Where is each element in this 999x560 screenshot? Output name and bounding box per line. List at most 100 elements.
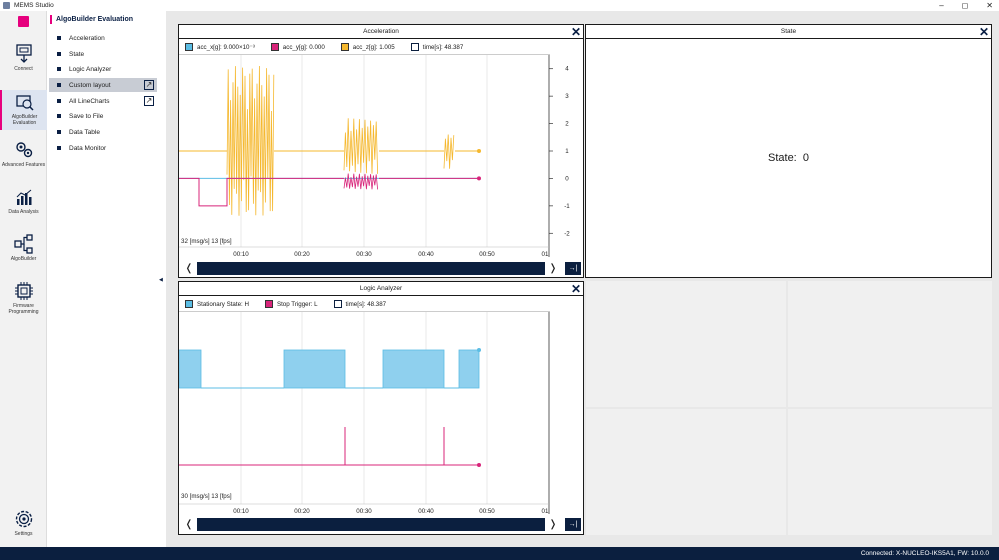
algobuilder-evaluation-icon: [15, 95, 34, 111]
x-tick-label: 00:10: [233, 251, 249, 258]
acceleration-panel: Acceleration ✕ acc_x[g]: 9.000×10⁻³ acc_…: [178, 24, 584, 278]
open-external-icon[interactable]: ↗: [144, 80, 154, 90]
algobuilder-icon: [13, 234, 33, 254]
fps-readout: 30 [msg/s] 13 [fps]: [181, 493, 232, 500]
sidebar-item-label: Connect: [14, 66, 33, 72]
stationary-state-high-block: [382, 349, 445, 389]
nav-item-label: Data Monitor: [69, 144, 107, 152]
series-burst-acc-z: [343, 118, 378, 174]
nav-title-accent: [50, 15, 52, 24]
sidebar-item-label: Settings: [14, 531, 33, 537]
state-value: 0: [802, 152, 809, 164]
panel-title-text: State: [780, 28, 797, 35]
x-tick-label: 00:50: [479, 251, 495, 258]
empty-layout-slot[interactable]: [788, 281, 992, 407]
y-tick-label: 0: [565, 175, 569, 182]
minimize-button[interactable]: –: [939, 0, 943, 11]
nav-item-label: Save to File: [69, 112, 104, 120]
stop-trigger-endpoint: [477, 463, 481, 467]
close-window-button[interactable]: ✕: [986, 0, 993, 11]
nav-item-data-table[interactable]: Data Table: [49, 125, 157, 139]
scroll-left-icon[interactable]: ❬: [181, 519, 197, 530]
chart-scrollbar[interactable]: ❬ ❭ →|: [181, 262, 581, 275]
bullet-icon: [57, 146, 61, 150]
nav-item-label: State: [69, 50, 85, 58]
nav-item-label: All LineCharts: [69, 97, 110, 105]
jump-to-end-icon[interactable]: →|: [565, 518, 581, 531]
nav-panel: AlgoBuilder Evaluation Acceleration Stat…: [47, 11, 159, 547]
collapse-panel-icon[interactable]: ◀: [159, 277, 163, 283]
state-panel: State ✕ State: 0: [585, 24, 992, 278]
chart-scrollbar[interactable]: ❬ ❭ →|: [181, 518, 581, 531]
sidebar-item-data-analysis[interactable]: Data Analysis: [0, 189, 47, 215]
nav-item-custom-layout[interactable]: Custom layout ↗: [49, 78, 157, 92]
icon-sidebar: Connect AlgoBuilder Evaluation Advanced …: [0, 11, 47, 547]
panel-title: State ✕: [586, 25, 991, 39]
sidebar-item-connect[interactable]: Connect: [0, 44, 47, 72]
scroll-left-icon[interactable]: ❬: [181, 263, 197, 274]
series-endpoint-acc-y: [477, 176, 481, 181]
scroll-track[interactable]: [197, 518, 545, 531]
window-titlebar: MEMS Studio – ◻ ✕: [0, 0, 999, 11]
bullet-icon: [57, 99, 61, 103]
stationary-state-high-block: [458, 349, 480, 389]
x-tick-label: 00:50: [479, 508, 495, 515]
sidebar-item-algobuilder[interactable]: AlgoBuilder: [0, 234, 47, 262]
nav-item-label: Custom layout: [69, 81, 111, 89]
x-tick-label: 00:10: [233, 508, 249, 515]
acceleration-chart[interactable]: 00:10 00:20 00:30 00:40 00:50 01 4 3 2 1 0 -1 -2: [179, 25, 583, 277]
close-icon[interactable]: ✕: [979, 25, 989, 39]
y-tick-label: 3: [565, 93, 569, 100]
maximize-button[interactable]: ◻: [962, 0, 969, 11]
fps-readout: 32 [msg/s] 13 [fps]: [181, 238, 232, 245]
nav-item-save-to-file[interactable]: Save to File: [49, 109, 157, 123]
x-tick-label: 00:40: [418, 508, 434, 515]
data-analysis-icon: [16, 189, 31, 205]
jump-to-end-icon[interactable]: →|: [565, 262, 581, 275]
workspace: Acceleration ✕ acc_x[g]: 9.000×10⁻³ acc_…: [166, 11, 999, 547]
sidebar-item-advanced-features[interactable]: Advanced Features: [0, 140, 47, 168]
nav-item-acceleration[interactable]: Acceleration: [49, 31, 157, 45]
nav-item-data-monitor[interactable]: Data Monitor: [49, 141, 157, 155]
nav-item-logic-analyzer[interactable]: Logic Analyzer: [49, 62, 157, 76]
empty-layout-slot[interactable]: [586, 409, 786, 535]
logic-analyzer-panel: Logic Analyzer ✕ Stationary State: H Sto…: [178, 281, 584, 535]
nav-item-state[interactable]: State: [49, 47, 157, 61]
open-external-icon[interactable]: ↗: [144, 96, 154, 106]
nav-title: AlgoBuilder Evaluation: [50, 15, 133, 24]
x-tick-label: 00:40: [418, 251, 434, 258]
scroll-track[interactable]: [197, 262, 545, 275]
nav-item-all-linecharts[interactable]: All LineCharts ↗: [49, 94, 157, 108]
sidebar-item-algobuilder-evaluation[interactable]: AlgoBuilder Evaluation: [0, 90, 47, 130]
logic-analyzer-chart[interactable]: 00:10 00:20 00:30 00:40 00:50 01: [179, 282, 583, 534]
sidebar-item-label: Advanced Features: [1, 162, 46, 168]
brand-logo: [18, 16, 29, 27]
bullet-icon: [57, 130, 61, 134]
x-tick-label: 01: [542, 251, 549, 258]
stationary-state-high-block: [179, 349, 202, 389]
settings-icon: [15, 510, 32, 528]
scroll-right-icon[interactable]: ❭: [545, 263, 561, 274]
scroll-right-icon[interactable]: ❭: [545, 519, 561, 530]
advanced-features-icon: [15, 142, 32, 158]
sidebar-item-label: Data Analysis: [8, 209, 39, 215]
bullet-icon: [57, 83, 61, 87]
y-tick-label: 1: [565, 148, 569, 155]
y-tick-label: 2: [565, 121, 569, 128]
empty-layout-slot[interactable]: [788, 409, 992, 535]
series-line-acc-y: [179, 177, 344, 207]
series-burst-acc-z: [443, 134, 455, 169]
series-burst-acc-y: [343, 173, 378, 190]
sidebar-item-firmware-programming[interactable]: Firmware Programming: [0, 281, 47, 315]
sidebar-item-label: AlgoBuilder Evaluation: [11, 114, 38, 126]
sidebar-item-label: Firmware Programming: [8, 303, 39, 315]
y-tick-label: -2: [564, 230, 570, 237]
x-tick-label: 00:30: [356, 251, 372, 258]
connect-icon: [15, 44, 32, 63]
empty-layout-slot[interactable]: [586, 281, 786, 407]
sidebar-item-label: AlgoBuilder: [10, 256, 37, 262]
x-tick-label: 01: [542, 508, 549, 515]
sidebar-item-settings[interactable]: Settings: [0, 509, 47, 537]
x-tick-label: 00:20: [294, 251, 310, 258]
y-tick-label: 4: [565, 66, 569, 73]
